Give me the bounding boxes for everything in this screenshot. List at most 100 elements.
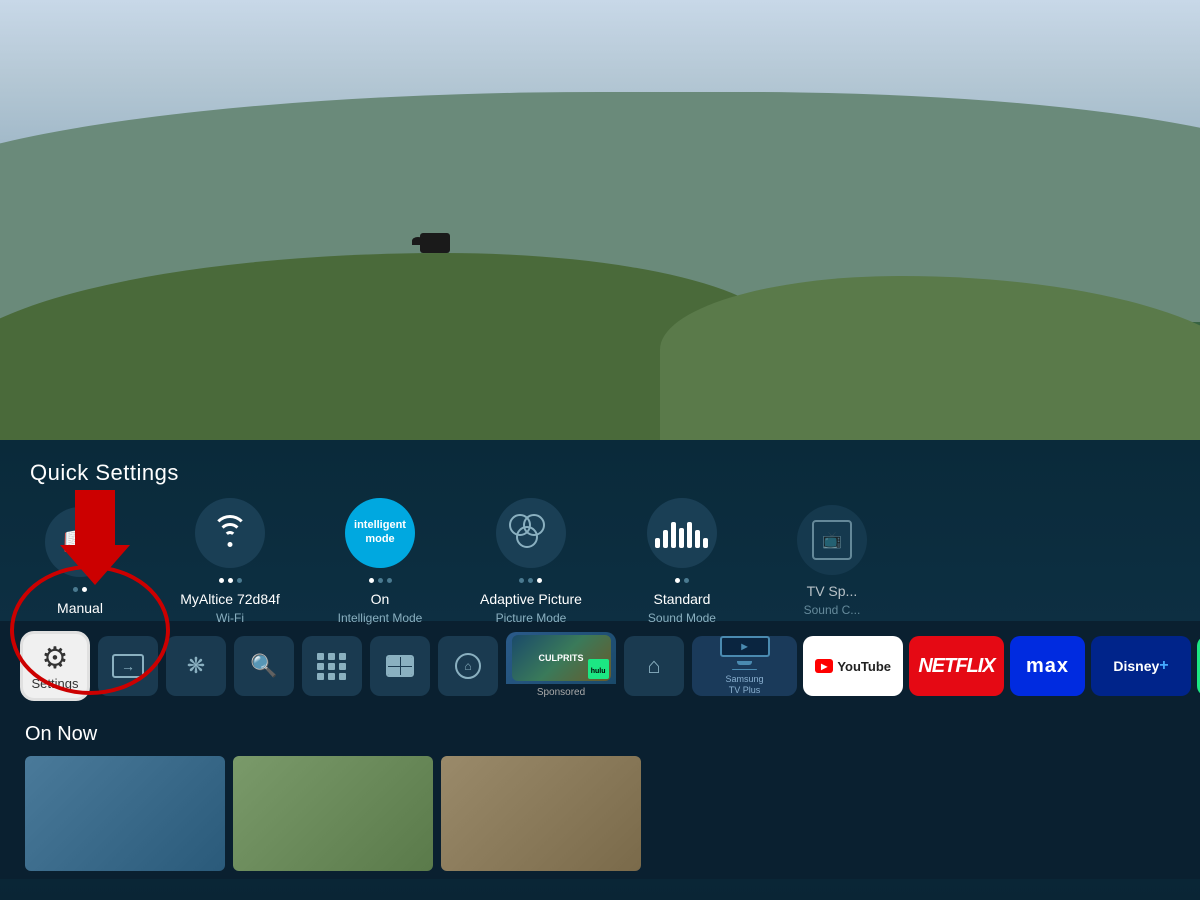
intelligent-mode-icon: intelligentmode: [354, 519, 406, 545]
dot-active: [675, 578, 680, 583]
horse-silhouette: [420, 233, 450, 253]
setting-item-tv-speaker[interactable]: 📺 TV Sp... Sound C...: [782, 505, 882, 617]
netflix-button[interactable]: NETFLIX: [909, 636, 1004, 696]
manual-label: Manual: [57, 600, 103, 616]
dot: [528, 578, 533, 583]
sound-dots: [675, 578, 689, 583]
ambient-button[interactable]: ⌂: [438, 636, 498, 696]
annotation-arrow: [55, 490, 135, 590]
intelligent-dots: [369, 578, 392, 583]
on-now-title: On Now: [25, 723, 1175, 746]
multiview-button[interactable]: [370, 636, 430, 696]
max-button[interactable]: max: [1010, 636, 1085, 696]
bar-7: [703, 538, 708, 548]
sponsored-card-image: CULPRITS hulu: [506, 632, 616, 684]
home-icon: ⌂: [647, 653, 660, 679]
sound-mode-icon-circle: [647, 498, 717, 568]
bar-2: [663, 530, 668, 548]
setting-item-sound-mode[interactable]: Standard Sound Mode: [632, 498, 732, 625]
disney-plus-label: Disney+: [1113, 657, 1168, 675]
settings-items-row: 📖 Manual MyAlti: [0, 501, 1200, 621]
wifi-icon: [212, 519, 248, 547]
youtube-label: YouTube: [837, 659, 891, 674]
bar-4: [679, 528, 684, 548]
dot-active: [219, 578, 224, 583]
dot-active: [369, 578, 374, 583]
tv-speaker-icon-circle: 📺: [797, 505, 867, 575]
intelligent-mode-label: On: [371, 591, 390, 607]
bar-1: [655, 538, 660, 548]
smartthings-icon: ❋: [187, 653, 205, 679]
adaptive-picture-sublabel: Picture Mode: [496, 611, 567, 625]
search-icon: 🔍: [250, 653, 277, 679]
culprits-poster: CULPRITS hulu: [512, 635, 611, 682]
samsung-monitor-icon: ▶: [720, 636, 770, 657]
smartthings-button[interactable]: ❋: [166, 636, 226, 696]
apps-grid-icon: [317, 653, 347, 680]
adaptive-dots: [519, 578, 542, 583]
setting-item-intelligent-mode[interactable]: intelligentmode On Intelligent Mode: [330, 498, 430, 625]
dot-active: [537, 578, 542, 583]
monitor-stand: [737, 661, 752, 664]
apps-button[interactable]: [302, 636, 362, 696]
search-button[interactable]: 🔍: [234, 636, 294, 696]
adaptive-picture-icon: [509, 514, 553, 552]
disney-plus-button[interactable]: Disney+: [1091, 636, 1191, 696]
bar-5: [687, 522, 692, 548]
on-now-thumb-1[interactable]: [25, 756, 225, 871]
monitor-base: [732, 669, 757, 671]
on-now-thumb-3[interactable]: [441, 756, 641, 871]
adaptive-picture-icon-circle: [496, 498, 566, 568]
quick-settings-panel: Quick Settings 📖 Manual: [0, 440, 1200, 900]
bar-3: [671, 522, 676, 548]
quick-settings-title: Quick Settings: [0, 440, 1200, 501]
ambient-icon: ⌂: [455, 653, 481, 679]
wifi-label: MyAltice 72d84f: [180, 591, 280, 607]
gear-icon: ⚙: [42, 641, 69, 676]
tv-speaker-label: TV Sp...: [807, 583, 858, 599]
tv-icon: 📺: [822, 530, 842, 550]
samsung-tv-plus-button[interactable]: ▶ SamsungTV Plus: [692, 636, 797, 696]
dot: [378, 578, 383, 583]
hill-foreground-right: [660, 276, 1200, 460]
samsung-tv-plus-label: SamsungTV Plus: [725, 674, 763, 696]
wifi-dot: [228, 542, 233, 547]
bar-6: [695, 530, 700, 548]
youtube-play-icon: [815, 659, 833, 673]
sponsored-card[interactable]: CULPRITS hulu Sponsored: [506, 632, 616, 700]
tv-speaker-sublabel: Sound C...: [804, 603, 861, 617]
setting-item-wifi[interactable]: MyAltice 72d84f Wi-Fi: [180, 498, 280, 625]
wifi-icon-circle: [195, 498, 265, 568]
sound-mode-sublabel: Sound Mode: [648, 611, 716, 625]
settings-label: Settings: [32, 676, 79, 691]
adaptive-picture-label: Adaptive Picture: [480, 591, 582, 607]
youtube-button[interactable]: YouTube: [803, 636, 903, 696]
on-now-section: On Now: [0, 711, 1200, 879]
tv-background: [0, 0, 1200, 460]
intelligent-mode-icon-circle: intelligentmode: [345, 498, 415, 568]
settings-button[interactable]: ⚙ Settings: [20, 631, 90, 701]
on-now-thumbnails: [25, 756, 1175, 871]
sound-mode-label: Standard: [654, 591, 711, 607]
sponsored-label: Sponsored: [506, 684, 616, 698]
dot: [387, 578, 392, 583]
dot: [237, 578, 242, 583]
home-button[interactable]: ⌂: [624, 636, 684, 696]
on-now-thumb-2[interactable]: [233, 756, 433, 871]
wifi-dots: [219, 578, 242, 583]
streaming-apps-row: ▶ SamsungTV Plus YouTube NETFLIX max: [692, 636, 1200, 696]
dot: [684, 578, 689, 583]
netflix-label: NETFLIX: [918, 655, 994, 678]
tv-speaker-icon: 📺: [812, 520, 852, 560]
setting-item-adaptive-picture[interactable]: Adaptive Picture Picture Mode: [480, 498, 582, 625]
input-source-button[interactable]: →: [98, 636, 158, 696]
intelligent-mode-sublabel: Intelligent Mode: [338, 611, 423, 625]
circle-bottom: [516, 526, 538, 548]
wifi-sublabel: Wi-Fi: [216, 611, 244, 625]
dot-active: [228, 578, 233, 583]
app-bar: ⚙ Settings → ❋ 🔍: [0, 621, 1200, 711]
max-label: max: [1026, 655, 1069, 678]
hulu-badge: hulu: [588, 659, 609, 679]
input-source-icon: →: [112, 654, 144, 678]
multiview-icon: [386, 655, 414, 677]
